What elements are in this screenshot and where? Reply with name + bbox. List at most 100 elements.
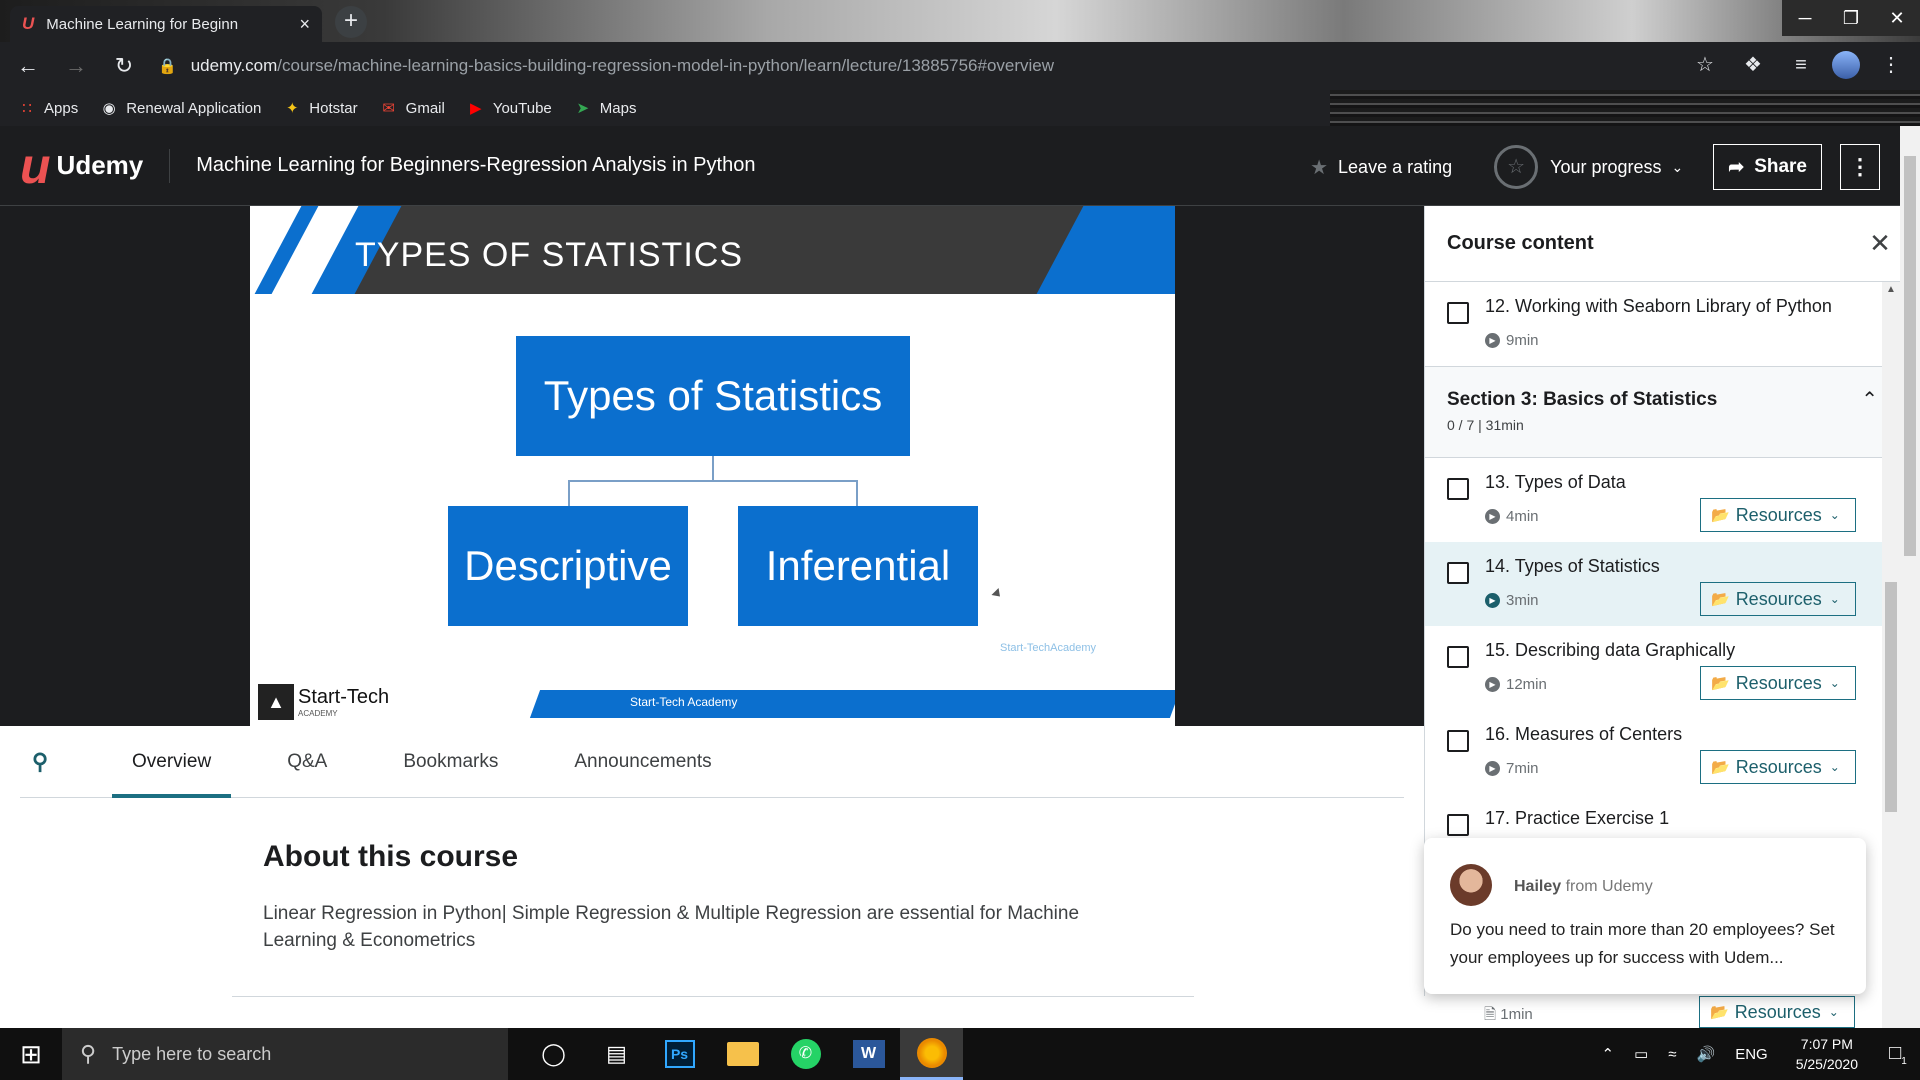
lecture-title: 14. Types of Statistics <box>1485 556 1660 576</box>
bookmark-gmail[interactable]: ✉ Gmail <box>380 99 444 118</box>
chrome-icon[interactable] <box>900 1028 963 1080</box>
maps-icon: ➤ <box>576 100 590 117</box>
slide-watermark: Start-TechAcademy <box>1000 642 1096 654</box>
lecture-duration: 🗎 1min <box>1484 1006 1533 1023</box>
lecture-checkbox[interactable] <box>1447 730 1469 752</box>
resources-dropdown[interactable]: 📂 Resources ⌄ <box>1699 996 1855 1028</box>
lecture-item-15[interactable]: 15. Describing data Graphically ▶ 12min 📂… <box>1425 626 1900 710</box>
apps-grid-icon: ∷ <box>22 100 32 117</box>
folder-icon: 📂 <box>1710 1004 1729 1021</box>
tab-overview[interactable]: Overview <box>112 726 232 798</box>
taskbar-search[interactable]: ⚲ Type here to search <box>62 1028 508 1080</box>
globe-icon: ◉ <box>102 100 116 117</box>
resources-dropdown[interactable]: 📂 Resources ⌄ <box>1700 498 1856 532</box>
chat-sender: Hailey from Udemy <box>1514 878 1653 895</box>
udemy-logo[interactable]: u Udemy <box>20 141 143 191</box>
bookmark-maps[interactable]: ➤ Maps <box>574 99 636 118</box>
forward-arrow-icon[interactable]: → <box>56 46 96 86</box>
sidebar-scroll-thumb[interactable] <box>1885 582 1897 812</box>
lecture-checkbox[interactable] <box>1447 814 1469 836</box>
reload-icon[interactable]: ↻ <box>104 46 144 86</box>
lecture-title: 13. Types of Data <box>1485 472 1626 492</box>
bookmarks-bar: ∷ Apps ◉ Renewal Application ✦ Hotstar ✉ Gma… <box>0 90 1920 126</box>
bookmark-youtube[interactable]: ▶ YouTube <box>467 99 552 118</box>
sidebar-header: Course content ✕ <box>1425 206 1900 282</box>
browser-menu-icon[interactable]: ⋮ <box>1874 48 1908 82</box>
folder-icon: 📂 <box>1711 507 1730 524</box>
windows-start-icon[interactable]: ⊞ <box>0 1028 62 1080</box>
scroll-up-arrow-icon[interactable]: ▲ <box>1886 284 1896 295</box>
udemy-header: u Udemy Machine Learning for Beginners-R… <box>0 126 1900 206</box>
volume-icon[interactable]: 🔊 <box>1697 1045 1716 1063</box>
tab-bookmarks[interactable]: Bookmarks <box>383 726 518 798</box>
lecture-item-16[interactable]: 16. Measures of Centers ▶ 7min 📂 Resources… <box>1425 710 1900 794</box>
windows-taskbar: ⊞ ⚲ Type here to search ◯ ▤ Ps ✆ W ⌃ ▭ ≈… <box>0 1028 1920 1080</box>
search-icon[interactable]: ⚲ <box>32 749 76 775</box>
tab-close-icon[interactable]: × <box>299 14 310 35</box>
word-icon[interactable]: W <box>837 1028 900 1080</box>
clock[interactable]: 7:07 PM 5/25/2020 <box>1796 1034 1858 1074</box>
sidebar-scrollbar[interactable]: ▲ <box>1882 282 1900 1028</box>
lecture-checkbox[interactable] <box>1447 562 1469 584</box>
lecture-item-14-current[interactable]: 14. Types of Statistics ▶ 3min 📂 Resources… <box>1425 542 1900 626</box>
language-indicator[interactable]: ENG <box>1735 1046 1768 1063</box>
window-close-button[interactable]: ✕ <box>1874 0 1920 36</box>
profile-avatar[interactable] <box>1832 51 1860 79</box>
lecture-item-12[interactable]: 12. Working with Seaborn Library of Pyth… <box>1425 282 1900 366</box>
page-scroll-thumb[interactable] <box>1904 156 1916 556</box>
window-minimize-button[interactable]: ─ <box>1782 0 1828 36</box>
resources-dropdown[interactable]: 📂 Resources ⌄ <box>1700 582 1856 616</box>
system-tray: ⌃ ▭ ≈ 🔊 ENG 7:07 PM 5/25/2020 □1 <box>1592 1028 1920 1080</box>
resources-dropdown[interactable]: 📂 Resources ⌄ <box>1700 750 1856 784</box>
more-options-button[interactable]: ⋮ <box>1840 144 1880 190</box>
lecture-title: 16. Measures of Centers <box>1485 724 1683 744</box>
bookmark-renewal-application[interactable]: ◉ Renewal Application <box>100 99 262 118</box>
extensions-puzzle-icon[interactable]: ❖ <box>1736 48 1770 82</box>
lecture-item-13[interactable]: 13. Types of Data ▶ 4min 📂 Resources ⌄ <box>1425 458 1900 542</box>
lecture-checkbox[interactable] <box>1447 478 1469 500</box>
window-restore-button[interactable]: ❐ <box>1828 0 1874 36</box>
close-icon[interactable]: ✕ <box>1860 228 1900 259</box>
new-tab-button[interactable]: + <box>335 6 367 38</box>
chevron-up-icon[interactable]: ⌃ <box>1861 387 1878 412</box>
notification-center-icon[interactable]: □1 <box>1876 1042 1920 1067</box>
tab-title: Machine Learning for Beginn <box>46 15 239 33</box>
photoshop-icon[interactable]: Ps <box>648 1028 711 1080</box>
share-button[interactable]: ➦ Share <box>1713 144 1822 190</box>
leave-rating-button[interactable]: ★ Leave a rating <box>1310 155 1452 180</box>
task-view-icon[interactable]: ▤ <box>585 1028 648 1080</box>
trophy-icon: ☆ <box>1494 145 1539 189</box>
lecture-checkbox[interactable] <box>1447 302 1469 324</box>
lecture-checkbox[interactable] <box>1447 646 1469 668</box>
section-header[interactable]: Section 3: Basics of Statistics 0 / 7 | … <box>1425 366 1900 458</box>
search-icon: ⚲ <box>80 1041 97 1066</box>
cortana-icon[interactable]: ◯ <box>522 1028 585 1080</box>
file-explorer-icon[interactable] <box>711 1028 774 1080</box>
lecture-item-partial[interactable]: 🗎 1min 📂 Resources ⌄ <box>1424 996 1882 1028</box>
chevron-down-icon: ⌄ <box>1829 508 1840 522</box>
resources-dropdown[interactable]: 📂 Resources ⌄ <box>1700 666 1856 700</box>
media-queue-icon[interactable]: ≡ <box>1784 48 1818 82</box>
wifi-icon[interactable]: ≈ <box>1668 1046 1676 1063</box>
tray-chevron-up-icon[interactable]: ⌃ <box>1602 1045 1615 1063</box>
whatsapp-icon[interactable]: ✆ <box>774 1028 837 1080</box>
battery-icon[interactable]: ▭ <box>1634 1045 1648 1063</box>
connector-right <box>856 480 858 506</box>
bookmark-star-icon[interactable]: ☆ <box>1688 48 1722 82</box>
browser-tab[interactable]: U Machine Learning for Beginn × <box>10 6 322 42</box>
lecture-duration: ▶ 3min <box>1485 592 1539 609</box>
udemy-u-icon: u <box>20 137 51 194</box>
page-scrollbar[interactable] <box>1900 126 1920 1028</box>
back-arrow-icon[interactable]: ← <box>8 46 48 86</box>
your-progress-dropdown[interactable]: ☆ Your progress ⌄ <box>1494 145 1683 189</box>
tab-announcements[interactable]: Announcements <box>554 726 731 798</box>
chat-popup[interactable]: Hailey from Udemy Do you need to train m… <box>1424 838 1866 994</box>
bookmark-hotstar[interactable]: ✦ Hotstar <box>283 99 358 118</box>
diagram-descriptive-box: Descriptive <box>448 506 688 626</box>
video-player[interactable]: TYPES OF STATISTICS Types of Statistics … <box>0 206 1424 726</box>
chevron-down-icon: ⌄ <box>1829 760 1840 774</box>
folder-icon: 📂 <box>1711 591 1730 608</box>
address-bar[interactable]: 🔒 udemy.com/course/machine-learning-basi… <box>148 46 1728 86</box>
tab-qa[interactable]: Q&A <box>267 726 347 798</box>
bookmark-apps[interactable]: ∷ Apps <box>18 99 78 118</box>
